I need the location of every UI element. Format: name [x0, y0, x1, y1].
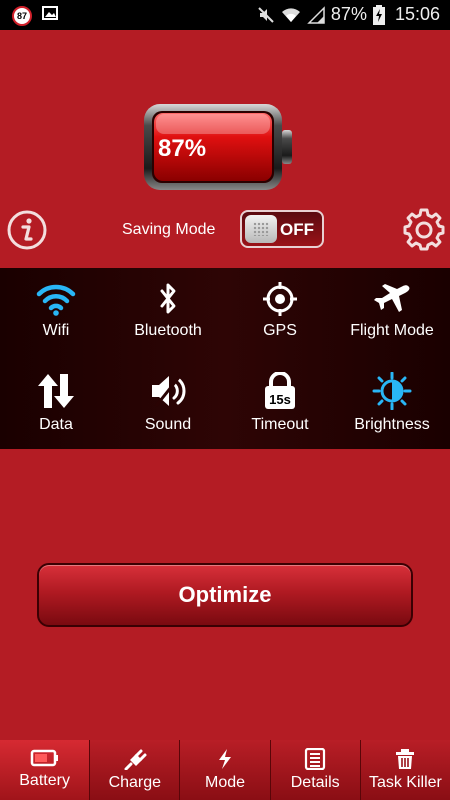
status-bar: 87 87% 15:06 [0, 0, 450, 30]
toggle-label: Bluetooth [134, 322, 202, 339]
saving-mode-toggle[interactable]: OFF [240, 210, 324, 248]
clock-time: 15:06 [394, 4, 440, 24]
nav-battery[interactable]: Battery [0, 740, 91, 800]
toggle-label: Flight Mode [350, 322, 434, 339]
toggle-flight-mode[interactable]: Flight Mode [336, 282, 448, 372]
optimize-label: Optimize [178, 582, 272, 607]
info-icon [7, 210, 47, 250]
bottom-navigation: Battery Charge Mode Details Task Killer [0, 740, 450, 800]
battery-charging-icon [372, 4, 385, 25]
wifi-icon [36, 284, 76, 316]
timeout-lock-icon: 15s [265, 372, 295, 409]
brightness-icon [372, 372, 412, 410]
battery-percent-label: 87% [158, 135, 207, 162]
toggle-state-text: OFF [280, 220, 314, 239]
info-button[interactable] [6, 209, 48, 251]
data-arrows-icon [38, 374, 74, 408]
toggle-wifi[interactable]: Wifi [0, 282, 112, 372]
timeout-value: 15s [269, 392, 291, 407]
toggle-label: Wifi [42, 322, 70, 339]
notification-badge-icon: 87 [12, 5, 32, 26]
optimize-button[interactable]: Optimize [37, 563, 413, 627]
gps-icon [263, 282, 297, 316]
toggle-label: Timeout [251, 416, 309, 433]
toggle-brightness[interactable]: Brightness [336, 372, 448, 462]
nav-label: Battery [19, 772, 70, 789]
mute-icon [257, 6, 275, 24]
nav-charge[interactable]: Charge [90, 740, 181, 800]
toggle-sound[interactable]: Sound [112, 372, 224, 462]
saving-mode-label: Saving Mode [122, 221, 216, 238]
nav-task-killer[interactable]: Task Killer [361, 740, 450, 800]
toggle-knob [245, 215, 277, 243]
bolt-icon [219, 749, 231, 769]
trash-icon [396, 749, 415, 769]
wifi-status-icon [281, 6, 301, 24]
gear-icon [403, 208, 445, 251]
toggle-label: Sound [144, 416, 192, 433]
toggle-label: Data [39, 416, 73, 433]
toggle-gps[interactable]: GPS [224, 282, 336, 372]
toggle-label: Brightness [354, 416, 430, 433]
nav-label: Details [290, 774, 340, 791]
battery-icon [30, 749, 58, 767]
sound-icon [152, 375, 186, 407]
signal-icon [307, 5, 325, 24]
toggle-bluetooth[interactable]: Bluetooth [112, 282, 224, 372]
nav-label: Task Killer [368, 774, 442, 791]
quick-toggles-panel: Wifi Bluetooth GPS Flight Mode Data Soun… [0, 268, 450, 449]
nav-mode[interactable]: Mode [180, 740, 271, 800]
toggle-data[interactable]: Data [0, 372, 112, 462]
nav-details[interactable]: Details [271, 740, 361, 800]
battery-level-indicator: 87% [142, 102, 294, 192]
settings-button[interactable] [402, 208, 446, 252]
list-icon [305, 748, 326, 770]
nav-label: Charge [108, 774, 162, 791]
image-notification-icon [42, 5, 58, 26]
toggle-timeout[interactable]: 15s Timeout [224, 372, 336, 462]
bluetooth-icon [160, 283, 176, 314]
nav-label: Mode [204, 774, 246, 791]
airplane-icon [374, 284, 410, 312]
toggle-label: GPS [263, 322, 297, 339]
plug-icon [124, 749, 147, 770]
battery-percent-text: 87% [330, 4, 367, 24]
